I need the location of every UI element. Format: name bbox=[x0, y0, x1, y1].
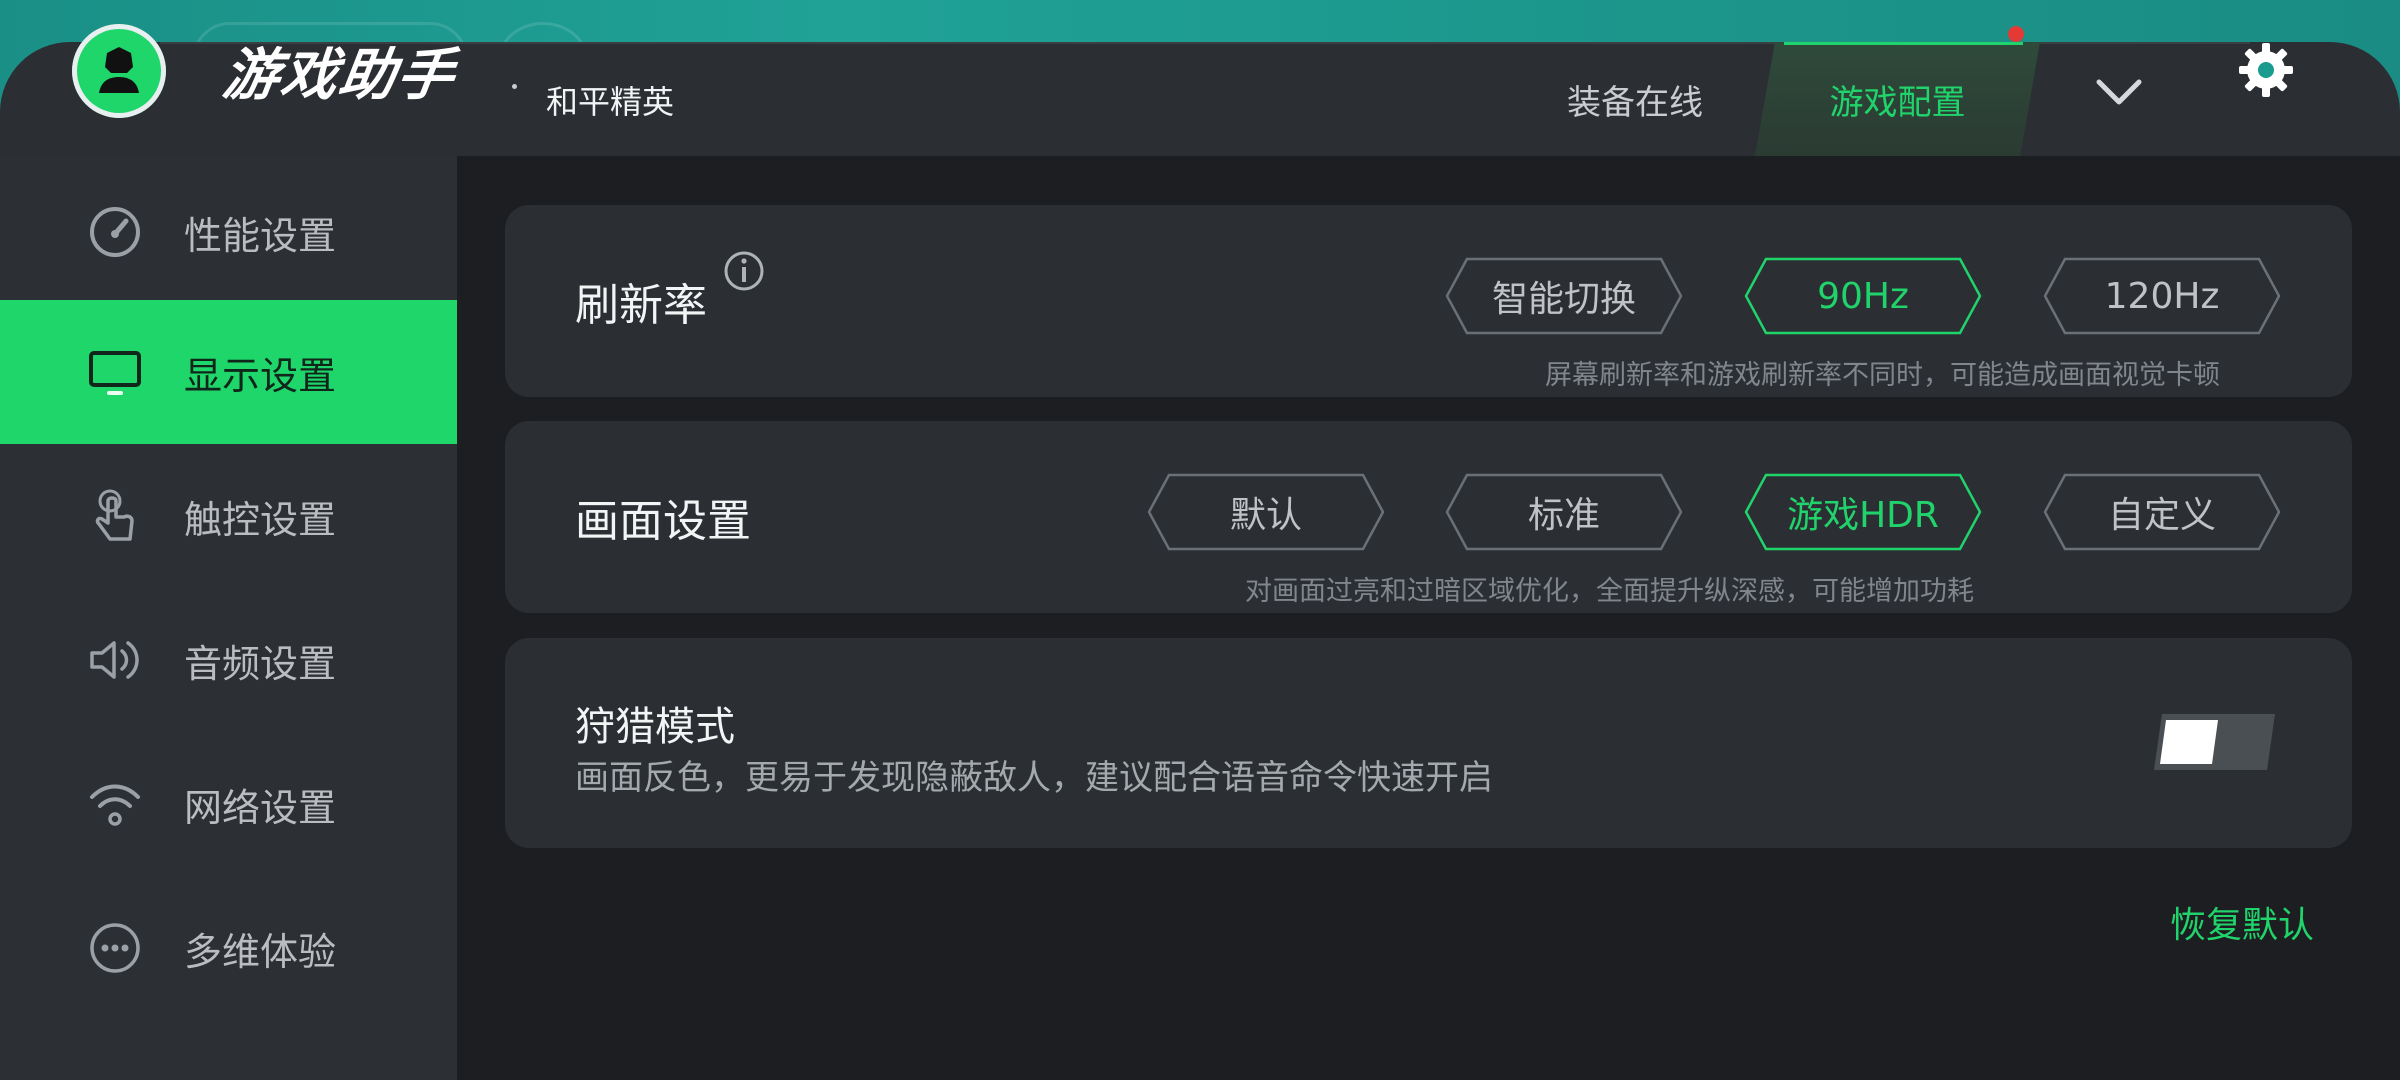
picture-settings-title: 画面设置 bbox=[575, 496, 751, 547]
sidebar-item-label: 音频设置 bbox=[184, 641, 337, 686]
option-label: 自定义 bbox=[2107, 495, 2216, 536]
option-label: 游戏HDR bbox=[1787, 495, 1939, 536]
refresh-rate-hint: 屏幕刷新率和游戏刷新率不同时，可能造成画面视觉卡顿 bbox=[1545, 360, 2220, 391]
speaker-icon bbox=[90, 641, 139, 679]
sidebar-item-performance[interactable]: 性能设置 bbox=[0, 160, 457, 304]
sidebar: 性能设置 显示设置 触控设置 音频设置 网络设置 多维体验 bbox=[0, 156, 457, 1080]
option-label: 90Hz bbox=[1817, 275, 1909, 317]
refresh-option-smart[interactable]: 智能切换 bbox=[1445, 257, 1683, 335]
chevron-down-icon[interactable] bbox=[2095, 76, 2143, 106]
sidebar-item-label: 触控设置 bbox=[184, 497, 337, 542]
picture-option-default[interactable]: 默认 bbox=[1147, 473, 1385, 551]
hunting-mode-description: 画面反色，更易于发现隐蔽敌人，建议配合语音命令快速开启 bbox=[575, 758, 1493, 798]
refresh-option-90hz[interactable]: 90Hz bbox=[1744, 257, 1982, 335]
hunting-mode-title: 狩猎模式 bbox=[575, 704, 735, 750]
sidebar-item-label: 显示设置 bbox=[184, 353, 337, 398]
option-label: 120Hz bbox=[2104, 275, 2220, 317]
monitor-icon bbox=[89, 351, 141, 395]
tab-game-config[interactable]: 游戏配置 bbox=[1755, 42, 2040, 156]
refresh-rate-title: 刷新率 bbox=[575, 280, 707, 331]
picture-option-custom[interactable]: 自定义 bbox=[2043, 473, 2281, 551]
tab-label: 游戏配置 bbox=[1829, 82, 1966, 123]
picture-settings-card: 画面设置 默认 标准 游戏HDR 自定义 对画面过亮和过暗区域优化，全面提升纵深… bbox=[505, 421, 2352, 613]
tab-label: 装备在线 bbox=[1567, 82, 1703, 123]
sidebar-item-label: 多维体验 bbox=[184, 929, 337, 974]
wifi-icon bbox=[90, 784, 140, 826]
sidebar-item-label: 网络设置 bbox=[184, 785, 337, 830]
picture-option-game-hdr[interactable]: 游戏HDR bbox=[1744, 473, 1982, 551]
picture-option-standard[interactable]: 标准 bbox=[1445, 473, 1683, 551]
sidebar-item-audio[interactable]: 音频设置 bbox=[0, 588, 457, 732]
sidebar-item-network[interactable]: 网络设置 bbox=[0, 732, 457, 876]
sidebar-item-label: 性能设置 bbox=[184, 213, 337, 258]
brand-title: 游戏助手 bbox=[218, 43, 460, 108]
info-icon[interactable] bbox=[723, 250, 765, 292]
sidebar-item-multi-experience[interactable]: 多维体验 bbox=[0, 876, 457, 1020]
title-separator-dot bbox=[512, 84, 517, 89]
refresh-rate-card: 刷新率 智能切换 90Hz 120Hz 屏幕刷新率和游戏刷新率不同时，可能造成画… bbox=[505, 205, 2352, 397]
notification-dot bbox=[2008, 26, 2024, 42]
app-logo bbox=[72, 24, 166, 118]
picture-settings-hint: 对画面过亮和过暗区域优化，全面提升纵深感，可能增加功耗 bbox=[1245, 576, 1974, 607]
tab-equipment-online[interactable]: 装备在线 bbox=[1520, 42, 1750, 156]
option-label: 智能切换 bbox=[1491, 279, 1636, 320]
restore-defaults-button[interactable]: 恢复默认 bbox=[2170, 896, 2314, 948]
option-label: 默认 bbox=[1229, 495, 1302, 536]
option-label: 标准 bbox=[1527, 495, 1600, 536]
hunting-mode-card: 狩猎模式 画面反色，更易于发现隐蔽敌人，建议配合语音命令快速开启 bbox=[505, 638, 2352, 848]
sidebar-item-display[interactable]: 显示设置 bbox=[0, 300, 457, 444]
speedometer-icon bbox=[90, 207, 140, 257]
more-dots-icon bbox=[90, 923, 140, 973]
hunting-mode-toggle[interactable] bbox=[2152, 712, 2277, 772]
sidebar-item-touch[interactable]: 触控设置 bbox=[0, 444, 457, 588]
game-name: 和平精英 bbox=[546, 83, 675, 121]
touch-hand-icon bbox=[95, 489, 134, 541]
helmet-avatar-icon bbox=[99, 47, 139, 93]
refresh-option-120hz[interactable]: 120Hz bbox=[2043, 257, 2281, 335]
gear-icon[interactable] bbox=[2236, 40, 2296, 100]
